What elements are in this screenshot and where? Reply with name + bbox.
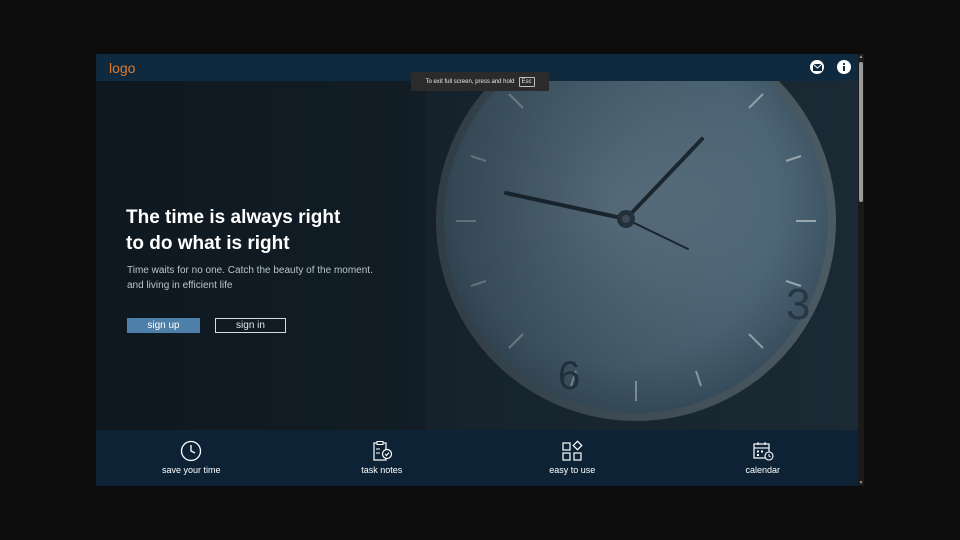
logo[interactable]: logo <box>109 60 135 76</box>
scrollbar-thumb[interactable] <box>859 62 863 202</box>
scroll-down-arrow-icon[interactable]: ▼ <box>858 480 864 486</box>
headline-line-2: to do what is right <box>126 233 290 254</box>
hero-headline: The time is always right to do what is r… <box>126 205 340 257</box>
feature-task-notes[interactable]: task notes <box>287 430 478 486</box>
feature-bar: save your time task notes easy to use ca… <box>96 430 858 486</box>
fullscreen-exit-notice: To exit full screen, press and hold Esc <box>411 72 549 91</box>
feature-calendar[interactable]: calendar <box>668 430 859 486</box>
subtext-line-2: and living in efficient life <box>127 280 233 291</box>
feature-label: task notes <box>361 465 403 475</box>
feature-label: save your time <box>161 465 221 475</box>
clock-icon <box>181 440 202 462</box>
sign-up-button[interactable]: sign up <box>127 318 200 333</box>
vertical-scrollbar[interactable]: ▲ ▼ <box>858 54 864 486</box>
hero-section: 3 6 The time is always right to do what … <box>96 81 858 457</box>
info-icon[interactable] <box>837 60 851 74</box>
clipboard-check-icon <box>373 441 392 461</box>
feature-easy-to-use[interactable]: easy to use <box>477 430 668 486</box>
calendar-icon <box>753 442 774 461</box>
esc-key-hint: Esc <box>518 76 535 87</box>
feature-label: easy to use <box>549 465 596 475</box>
headline-line-1: The time is always right <box>126 207 341 228</box>
hero-subtext: Time waits for no one. Catch the beauty … <box>127 263 373 293</box>
subtext-line-1: Time waits for no one. Catch the beauty … <box>127 265 373 276</box>
browser-viewport: 3 6 The time is always right to do what … <box>96 54 864 486</box>
scroll-up-arrow-icon[interactable]: ▲ <box>858 54 864 60</box>
mail-icon[interactable] <box>810 60 824 74</box>
feature-save-time[interactable]: save your time <box>96 430 287 486</box>
feature-label: calendar <box>745 465 781 475</box>
fullscreen-notice-text: To exit full screen, press and hold <box>425 78 515 85</box>
sign-in-button[interactable]: sign in <box>215 318 286 333</box>
apps-grid-icon <box>562 440 583 461</box>
